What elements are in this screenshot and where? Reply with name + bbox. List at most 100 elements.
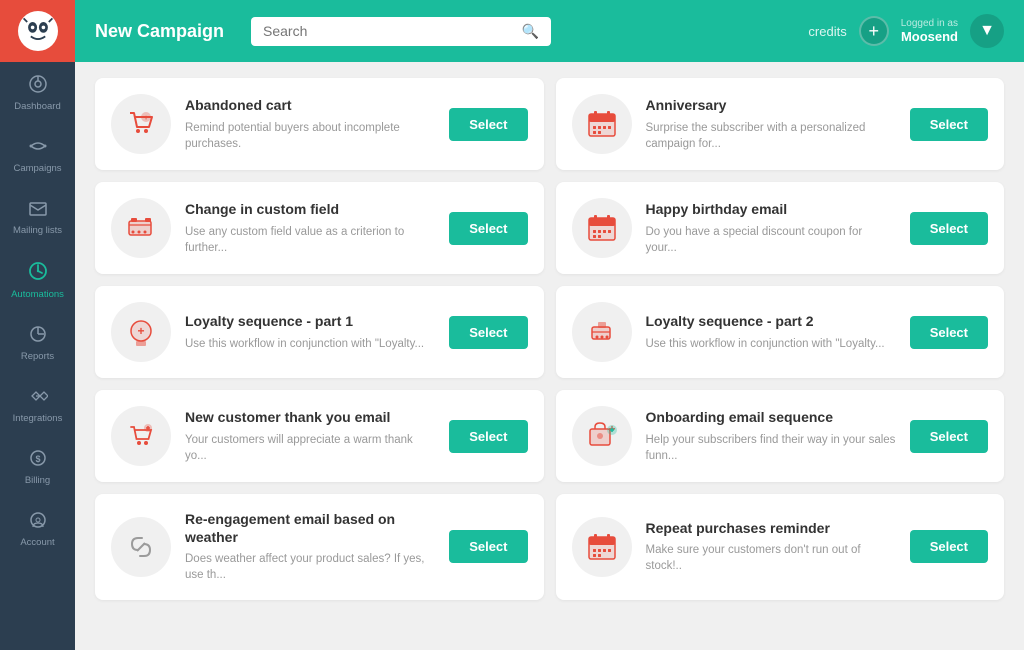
select-button-change-custom-field[interactable]: Select	[449, 212, 527, 245]
campaign-icon-reengagement	[111, 517, 171, 577]
sidebar-item-automations[interactable]: Automations	[0, 248, 75, 312]
campaign-title-change-custom-field: Change in custom field	[185, 200, 435, 218]
campaign-info-loyalty-part1: Loyalty sequence - part 1 Use this workf…	[185, 312, 435, 351]
campaign-info-happy-birthday: Happy birthday email Do you have a speci…	[646, 200, 896, 255]
campaign-title-abandoned-cart: Abandoned cart	[185, 96, 435, 114]
campaign-card-change-custom-field: Change in custom field Use any custom fi…	[95, 182, 544, 274]
campaign-info-new-customer: New customer thank you email Your custom…	[185, 408, 435, 463]
campaign-info-repeat-purchases: Repeat purchases reminder Make sure your…	[646, 519, 896, 574]
campaign-desc-reengagement: Does weather affect your product sales? …	[185, 551, 435, 583]
campaign-icon-loyalty-part2	[572, 302, 632, 362]
select-button-reengagement[interactable]: Select	[449, 530, 527, 563]
add-credits-button[interactable]: +	[859, 16, 889, 46]
campaign-title-onboarding: Onboarding email sequence	[646, 408, 896, 426]
campaign-info-onboarding: Onboarding email sequence Help your subs…	[646, 408, 896, 463]
campaign-icon-new-customer	[111, 406, 171, 466]
campaign-title-happy-birthday: Happy birthday email	[646, 200, 896, 218]
campaign-info-reengagement: Re-engagement email based on weather Doe…	[185, 510, 435, 584]
campaign-desc-onboarding: Help your subscribers find their way in …	[646, 432, 896, 464]
select-button-loyalty-part1[interactable]: Select	[449, 316, 527, 349]
select-button-onboarding[interactable]: Select	[910, 420, 988, 453]
campaigns-icon	[28, 136, 48, 159]
search-icon: 🔍	[522, 23, 539, 40]
campaign-title-reengagement: Re-engagement email based on weather	[185, 510, 435, 546]
campaign-info-loyalty-part2: Loyalty sequence - part 2 Use this workf…	[646, 312, 896, 351]
billing-icon: $	[28, 448, 48, 471]
campaign-icon-repeat-purchases	[572, 517, 632, 577]
search-box: 🔍	[251, 17, 551, 46]
select-button-anniversary[interactable]: Select	[910, 108, 988, 141]
user-menu-button[interactable]: ▼	[970, 14, 1004, 48]
campaign-card-onboarding: + Onboarding email sequence Help your su…	[556, 390, 1005, 482]
topbar-right: credits + Logged in as Moosend ▼	[808, 14, 1004, 48]
select-button-abandoned-cart[interactable]: Select	[449, 108, 527, 141]
integrations-icon	[28, 386, 48, 409]
select-button-new-customer[interactable]: Select	[449, 420, 527, 453]
select-button-repeat-purchases[interactable]: Select	[910, 530, 988, 563]
campaign-desc-abandoned-cart: Remind potential buyers about incomplete…	[185, 120, 435, 152]
campaign-info-abandoned-cart: Abandoned cart Remind potential buyers a…	[185, 96, 435, 151]
sidebar-item-integrations[interactable]: Integrations	[0, 374, 75, 436]
campaign-card-reengagement: Re-engagement email based on weather Doe…	[95, 494, 544, 600]
campaign-info-anniversary: Anniversary Surprise the subscriber with…	[646, 96, 896, 151]
campaign-desc-anniversary: Surprise the subscriber with a personali…	[646, 120, 896, 152]
sidebar-item-billing-label: Billing	[25, 475, 50, 486]
campaign-card-repeat-purchases: Repeat purchases reminder Make sure your…	[556, 494, 1005, 600]
svg-text:+: +	[144, 115, 148, 122]
sidebar-item-reports[interactable]: Reports	[0, 312, 75, 374]
campaign-card-happy-birthday: Happy birthday email Do you have a speci…	[556, 182, 1005, 274]
campaign-title-new-customer: New customer thank you email	[185, 408, 435, 426]
campaign-icon-happy-birthday	[572, 198, 632, 258]
content-area: + Abandoned cart Remind potential buyers…	[75, 62, 1024, 650]
campaign-card-anniversary: Anniversary Surprise the subscriber with…	[556, 78, 1005, 170]
sidebar-item-automations-label: Automations	[11, 289, 64, 300]
search-input[interactable]	[263, 23, 514, 39]
dashboard-icon	[28, 74, 48, 97]
sidebar-item-dashboard[interactable]: Dashboard	[0, 62, 75, 124]
campaign-desc-loyalty-part2: Use this workflow in conjunction with "L…	[646, 336, 896, 352]
campaign-card-new-customer: New customer thank you email Your custom…	[95, 390, 544, 482]
sidebar-item-campaigns[interactable]: Campaigns	[0, 124, 75, 186]
select-button-happy-birthday[interactable]: Select	[910, 212, 988, 245]
sidebar: Dashboard Campaigns Mailing lists	[0, 0, 75, 650]
campaign-desc-new-customer: Your customers will appreciate a warm th…	[185, 432, 435, 464]
campaign-desc-repeat-purchases: Make sure your customers don't run out o…	[646, 542, 896, 574]
campaign-icon-onboarding: +	[572, 406, 632, 466]
sidebar-item-mailing-label: Mailing lists	[13, 225, 62, 236]
campaign-title-anniversary: Anniversary	[646, 96, 896, 114]
sidebar-item-account-label: Account	[20, 537, 54, 548]
campaign-title-loyalty-part2: Loyalty sequence - part 2	[646, 312, 896, 330]
sidebar-item-mailing[interactable]: Mailing lists	[0, 186, 75, 248]
user-info: Logged in as Moosend	[901, 18, 958, 44]
credits-label: credits	[808, 24, 846, 39]
mailing-icon	[28, 198, 48, 221]
campaign-icon-loyalty-part1: +	[111, 302, 171, 362]
svg-text:$: $	[35, 454, 40, 464]
page-title: New Campaign	[95, 21, 235, 42]
campaign-title-repeat-purchases: Repeat purchases reminder	[646, 519, 896, 537]
automations-icon	[27, 260, 49, 285]
campaign-card-abandoned-cart: + Abandoned cart Remind potential buyers…	[95, 78, 544, 170]
campaign-icon-change-custom-field	[111, 198, 171, 258]
main: New Campaign 🔍 credits + Logged in as Mo…	[75, 0, 1024, 650]
user-name: Moosend	[901, 29, 958, 44]
logo-icon	[18, 11, 58, 51]
sidebar-logo[interactable]	[0, 0, 75, 62]
sidebar-item-campaigns-label: Campaigns	[13, 163, 61, 174]
topbar: New Campaign 🔍 credits + Logged in as Mo…	[75, 0, 1024, 62]
sidebar-item-billing[interactable]: $ Billing	[0, 436, 75, 498]
campaign-card-loyalty-part2: Loyalty sequence - part 2 Use this workf…	[556, 286, 1005, 378]
campaign-desc-change-custom-field: Use any custom field value as a criterio…	[185, 224, 435, 256]
campaign-desc-happy-birthday: Do you have a special discount coupon fo…	[646, 224, 896, 256]
campaign-title-loyalty-part1: Loyalty sequence - part 1	[185, 312, 435, 330]
campaign-info-change-custom-field: Change in custom field Use any custom fi…	[185, 200, 435, 255]
campaign-icon-anniversary	[572, 94, 632, 154]
sidebar-item-account[interactable]: Account	[0, 498, 75, 560]
campaign-icon-abandoned-cart: +	[111, 94, 171, 154]
campaign-card-loyalty-part1: + Loyalty sequence - part 1 Use this wor…	[95, 286, 544, 378]
account-icon	[28, 510, 48, 533]
select-button-loyalty-part2[interactable]: Select	[910, 316, 988, 349]
campaigns-grid: + Abandoned cart Remind potential buyers…	[95, 78, 1004, 600]
logged-in-label: Logged in as	[901, 18, 958, 29]
campaign-desc-loyalty-part1: Use this workflow in conjunction with "L…	[185, 336, 435, 352]
